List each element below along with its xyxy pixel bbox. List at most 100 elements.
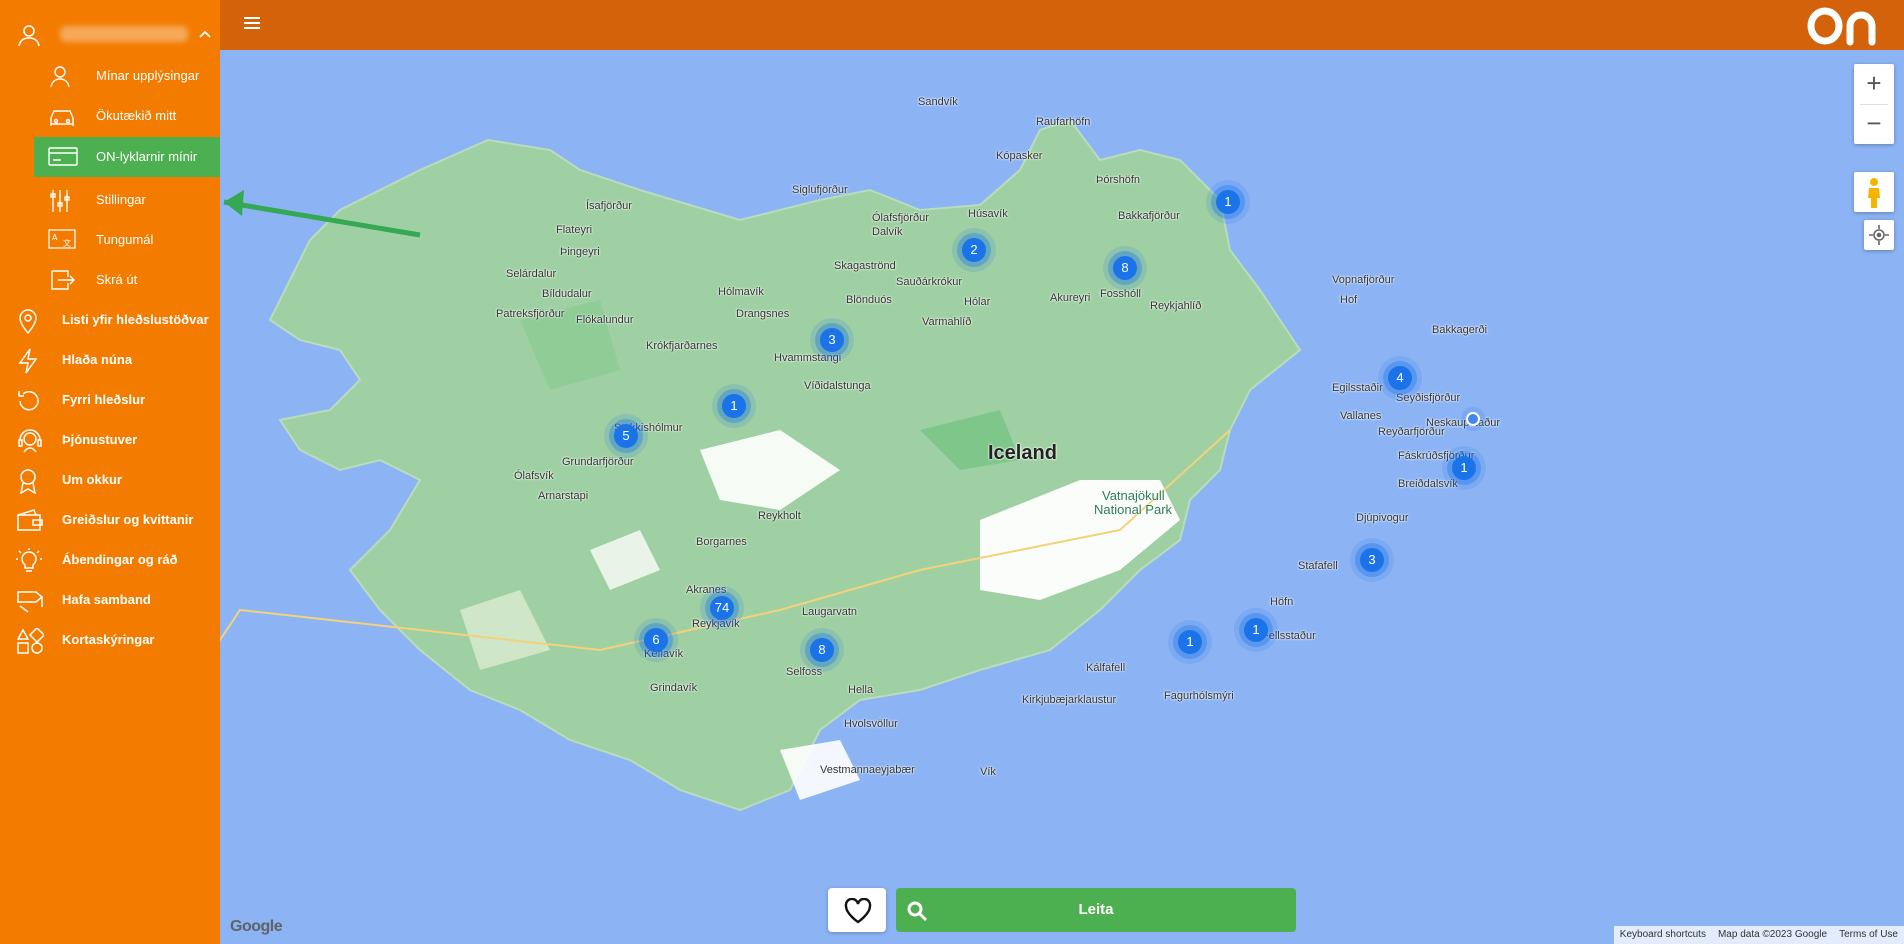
map-label: Dalvík xyxy=(872,226,903,238)
map-label: Þórshöfn xyxy=(1096,174,1141,186)
map-label: Víðidalstunga xyxy=(804,380,871,392)
station-cluster[interactable]: 1 xyxy=(1178,630,1202,654)
map-canvas[interactable]: Sandvík Raufarhöfn Kópasker Þórshöfn Bak… xyxy=(220,50,1904,944)
zoom-control: + − xyxy=(1854,64,1894,144)
sidebar-item-legend[interactable]: Kortaskýringar xyxy=(0,620,220,660)
map-label: Patreksfjörður xyxy=(496,308,565,320)
user-icon xyxy=(48,64,72,91)
map-label: Akranes xyxy=(686,584,727,596)
map-label: Ísafjörður xyxy=(586,200,632,212)
sidebar-item-payments[interactable]: Greiðslur og kvittanir xyxy=(0,500,220,540)
station-cluster[interactable]: 1 xyxy=(722,394,746,418)
station-cluster[interactable]: 3 xyxy=(1360,548,1384,572)
zoom-out-button[interactable]: − xyxy=(1854,104,1894,144)
station-cluster[interactable]: 8 xyxy=(810,638,834,662)
sidebar-subitem-my-info[interactable]: Mínar upplýsingar xyxy=(34,56,220,96)
map-data-text: Map data ©2023 Google xyxy=(1717,929,1828,940)
map-label: Vík xyxy=(980,766,996,778)
svg-text:文: 文 xyxy=(63,238,71,248)
map-label: Hvammstangi xyxy=(774,352,842,364)
country-label: Iceland xyxy=(988,442,1057,464)
my-location-button[interactable] xyxy=(1864,220,1894,250)
sidebar-item-tips[interactable]: Ábendingar og ráð xyxy=(0,540,220,580)
sidebar-subitem-my-vehicle[interactable]: Ökutækið mitt xyxy=(34,96,220,136)
map-label: Reykjavík xyxy=(692,618,740,630)
map-label: Laugarvatn xyxy=(802,606,858,618)
sidebar-item-charge-now[interactable]: Hlaða núna xyxy=(0,340,220,380)
headset-icon xyxy=(16,428,44,457)
map-label: Höfn xyxy=(1270,596,1294,608)
map-label: Grundarfjörður xyxy=(562,456,634,468)
map-label: Hella xyxy=(848,684,874,696)
map-label: Hof xyxy=(1340,294,1358,306)
sidebar-subitem-logout[interactable]: Skrá út xyxy=(34,260,220,300)
station-cluster[interactable]: 1 xyxy=(1452,456,1476,480)
street-view-pegman-icon[interactable] xyxy=(1854,172,1894,212)
sidebar-subitem-language[interactable]: A文 Tungumál xyxy=(34,220,220,260)
bolt-icon xyxy=(16,348,40,377)
map-label: Vopnafjörður xyxy=(1332,274,1395,286)
map-label: Ólafsvík xyxy=(514,470,554,482)
map-label: Borgarnes xyxy=(696,536,747,548)
station-cluster[interactable]: 5 xyxy=(614,424,638,448)
station-cluster[interactable]: 4 xyxy=(1388,366,1412,390)
map-label: Kirkjubæjarklaustur xyxy=(1022,694,1117,706)
favorites-button[interactable] xyxy=(828,888,886,932)
sidebar-item-support[interactable]: Þjónustuver xyxy=(0,420,220,460)
map-label: Selfoss xyxy=(786,666,823,678)
map-label: Hvolsvöllur xyxy=(844,718,898,730)
map-label: Fosshóll xyxy=(1100,288,1141,300)
iceland-landmass xyxy=(220,118,1302,812)
map-label: Krókfjarðarnes xyxy=(646,340,718,352)
station-cluster[interactable]: 3 xyxy=(820,328,844,352)
wallet-icon xyxy=(16,508,44,535)
sidebar-item-stations[interactable]: Listi yfir hleðslustöðvar xyxy=(0,300,220,340)
sidebar-subitem-settings[interactable]: Stillingar xyxy=(34,180,220,220)
map-label: Akureyri xyxy=(1050,292,1091,304)
map-label: Hólmavík xyxy=(718,286,764,298)
map-label: Breiðdalsvík xyxy=(1398,478,1458,490)
station-cluster[interactable]: 6 xyxy=(644,628,668,652)
map-attribution: Keyboard shortcuts Map data ©2023 Google… xyxy=(1613,926,1904,944)
user-menu-toggle[interactable] xyxy=(0,12,220,58)
sidebar-item-history[interactable]: Fyrri hleðslur xyxy=(0,380,220,420)
heart-icon xyxy=(844,897,872,929)
sidebar-subitem-on-keys[interactable]: ON-lyklarnir mínir xyxy=(34,137,220,177)
contact-icon xyxy=(16,588,46,617)
language-icon: A文 xyxy=(48,228,76,253)
map-label: Húsavík xyxy=(968,208,1008,220)
station-cluster[interactable]: 8 xyxy=(1113,256,1137,280)
station-cluster[interactable]: 1 xyxy=(1244,618,1268,642)
map-label: Hólar xyxy=(964,296,991,308)
search-button[interactable]: Leita xyxy=(896,888,1296,932)
history-icon xyxy=(16,388,42,417)
sidebar-item-about[interactable]: Um okkur xyxy=(0,460,220,500)
terms-link[interactable]: Terms of Use xyxy=(1833,926,1904,944)
sidebar-item-contact[interactable]: Hafa samband xyxy=(0,580,220,620)
card-icon xyxy=(48,145,78,170)
car-icon xyxy=(48,104,76,131)
station-cluster[interactable]: 74 xyxy=(710,596,734,620)
zoom-in-button[interactable]: + xyxy=(1854,64,1894,104)
sliders-icon xyxy=(48,188,72,217)
map-label: Kálfafell xyxy=(1086,662,1126,674)
svg-text:A: A xyxy=(52,233,58,242)
hamburger-menu-icon[interactable] xyxy=(244,17,260,31)
map-label: Kópasker xyxy=(996,150,1043,162)
map-label: Fellsstaður xyxy=(1262,630,1316,642)
map-label: Drangsnes xyxy=(736,308,790,320)
map-label: Siglufjörður xyxy=(792,184,848,196)
logout-icon xyxy=(48,268,76,295)
on-logo xyxy=(1806,4,1882,51)
user-icon xyxy=(16,22,42,53)
map-pin-icon xyxy=(16,308,40,337)
top-header xyxy=(220,0,1904,50)
chevron-up-icon[interactable] xyxy=(198,26,212,44)
station-cluster[interactable]: 1 xyxy=(1216,190,1240,214)
map-label: Vallanes xyxy=(1340,410,1382,422)
lightbulb-icon xyxy=(16,548,42,577)
station-cluster[interactable]: 2 xyxy=(962,238,986,262)
map-label: Vestmannaeyjabær xyxy=(820,764,915,776)
keyboard-shortcuts-link[interactable]: Keyboard shortcuts xyxy=(1614,926,1712,944)
park-label-line-2: National Park xyxy=(1094,502,1173,517)
